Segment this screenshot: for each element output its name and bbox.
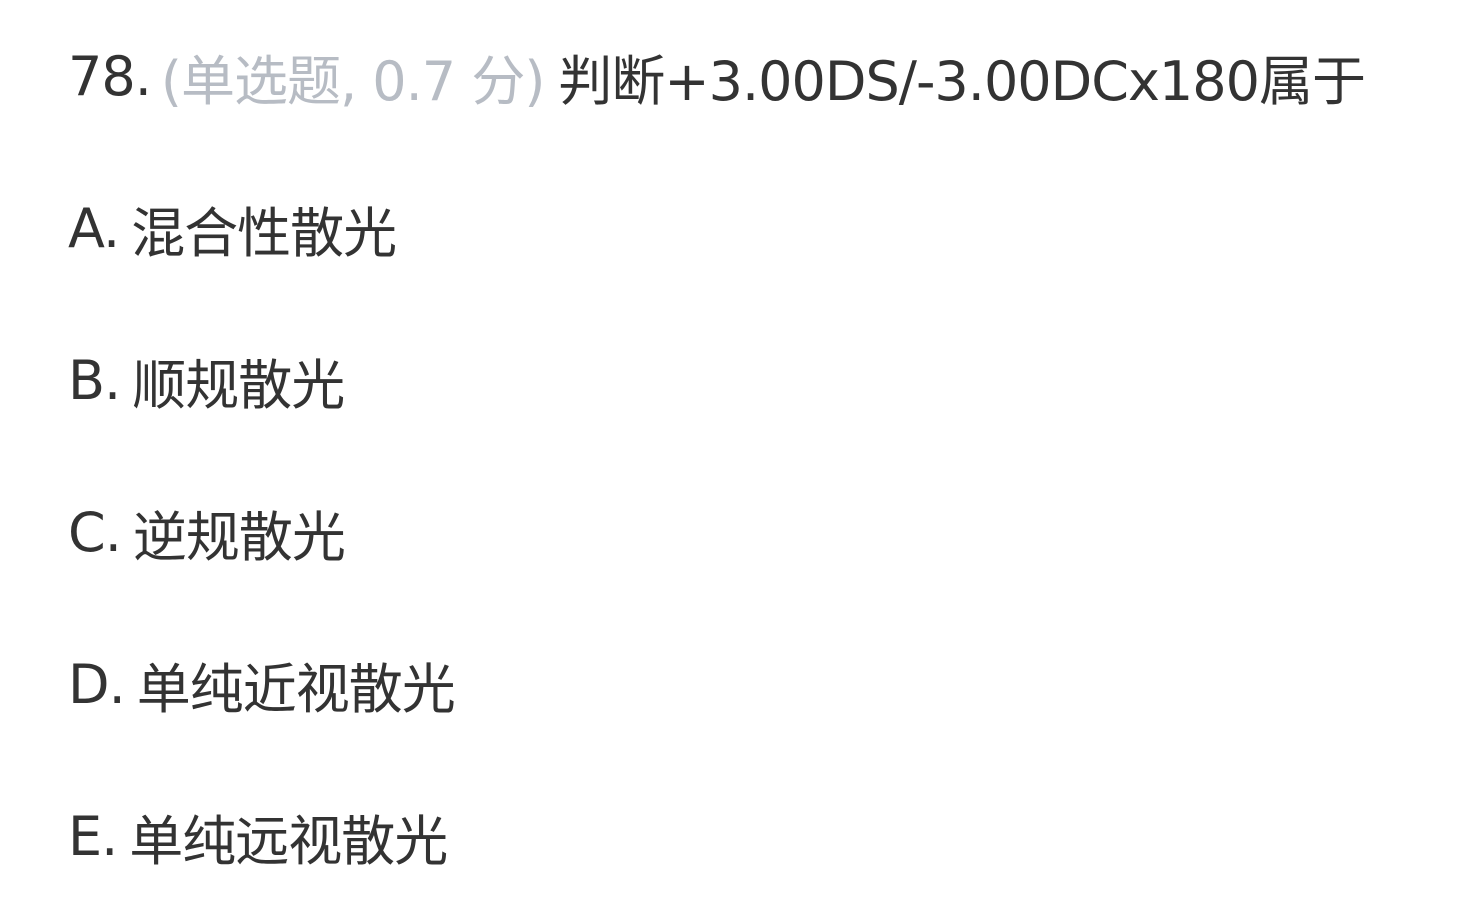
option-d[interactable]: D. 单纯近视散光 (68, 608, 1448, 760)
option-text: 单纯近视散光 (136, 657, 456, 721)
option-a[interactable]: A. 混合性散光 (68, 152, 1448, 304)
option-letter: B. (68, 348, 121, 412)
option-text: 单纯远视散光 (129, 809, 448, 873)
option-letter: D. (68, 652, 126, 716)
question-block: 78. (单选题, 0.7 分) 判断+3.00DS/-3.00DCx180属于… (68, 0, 1448, 912)
option-letter: A. (68, 196, 120, 260)
option-c[interactable]: C. 逆规散光 (68, 456, 1448, 608)
question-title: 78. (单选题, 0.7 分) 判断+3.00DS/-3.00DCx180属于 (68, 0, 1448, 152)
option-letter: E. (68, 804, 118, 868)
question-stem: 判断+3.00DS/-3.00DCx180属于 (558, 49, 1366, 113)
option-text: 混合性散光 (131, 201, 397, 265)
question-type-score: (单选题, 0.7 分) (160, 49, 546, 113)
question-number: 78. (68, 44, 152, 108)
option-b[interactable]: B. 顺规散光 (68, 304, 1448, 456)
option-e[interactable]: E. 单纯远视散光 (68, 760, 1448, 912)
option-text: 顺规散光 (132, 353, 345, 417)
option-text: 逆规散光 (132, 505, 346, 569)
option-letter: C. (68, 500, 122, 564)
